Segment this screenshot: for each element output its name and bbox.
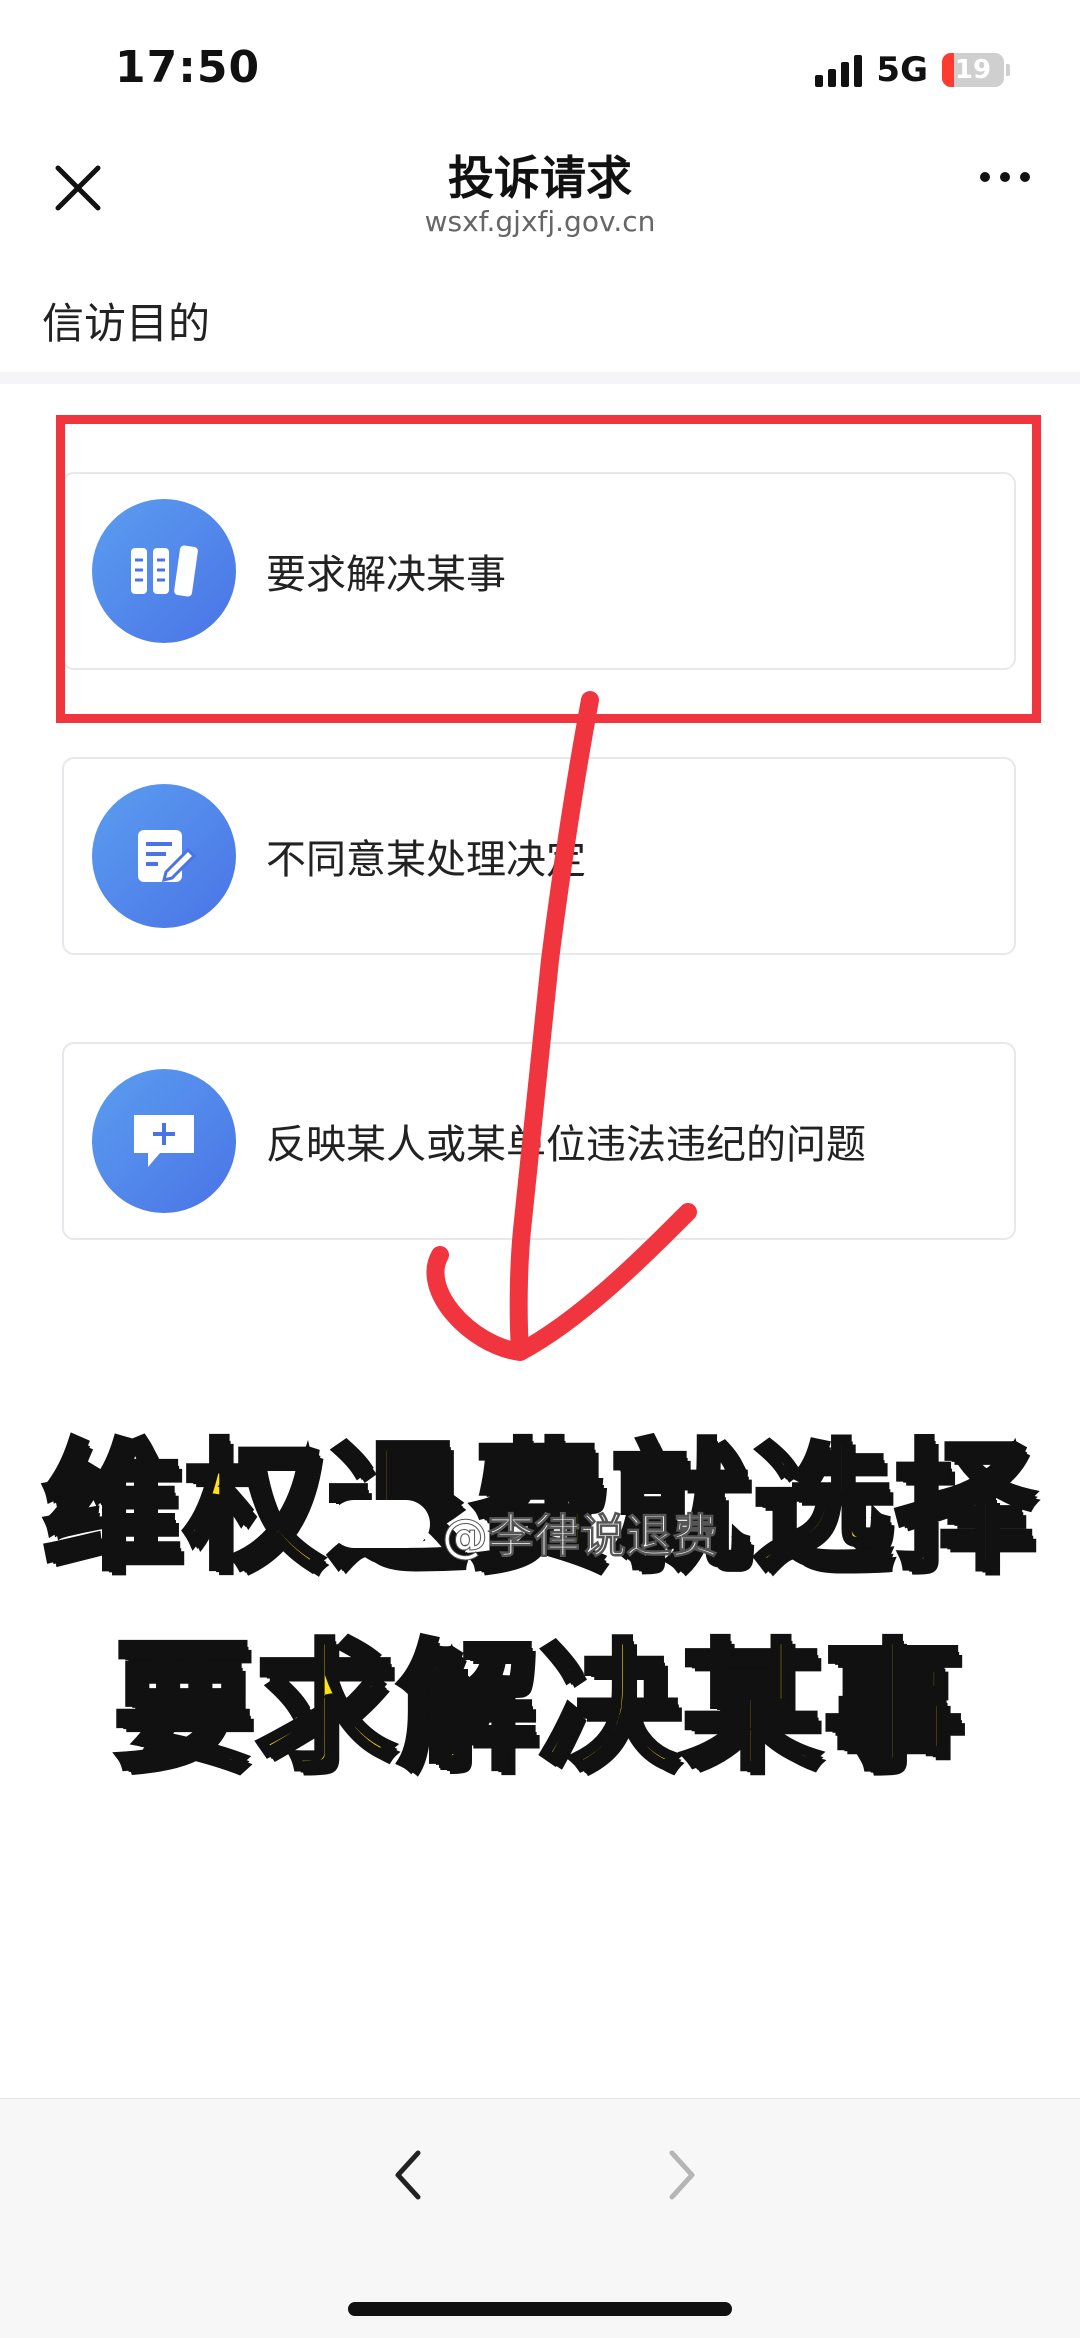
status-indicators: 5G 19 (815, 50, 1010, 90)
chevron-right-icon (669, 2150, 695, 2200)
chevron-left-icon (395, 2150, 421, 2200)
section-divider (0, 372, 1080, 384)
watermark-logo (330, 1500, 430, 1548)
option-label: 不同意某处理决定 (266, 837, 586, 883)
option-request-resolution[interactable]: 要求解决某事 (62, 472, 1016, 670)
page-url: wsxf.gjxfj.gov.cn (424, 205, 656, 238)
battery-icon: 19 (942, 53, 1004, 87)
option-report-violation[interactable]: 反映某人或某单位违法违纪的问题 (62, 1042, 1016, 1240)
forward-button[interactable] (650, 2145, 710, 2205)
more-icon (980, 172, 990, 182)
signal-icon (815, 53, 863, 87)
more-button[interactable] (980, 172, 1030, 182)
edit-document-icon (92, 784, 236, 928)
option-disagree-decision[interactable]: 不同意某处理决定 (62, 757, 1016, 955)
status-time: 17:50 (115, 42, 261, 93)
section-label: 信访目的 (42, 299, 211, 348)
back-button[interactable] (380, 2145, 440, 2205)
caption-line-2: 要求解决某事 (111, 1624, 966, 1791)
list-columns-icon (92, 499, 236, 643)
home-indicator[interactable] (348, 2302, 732, 2316)
option-label: 要求解决某事 (266, 552, 506, 598)
page-title: 投诉请求 (448, 151, 632, 205)
network-type: 5G (876, 50, 928, 90)
battery-level: 19 (954, 55, 992, 85)
watermark: @李律说退费 (442, 1509, 719, 1564)
option-label: 反映某人或某单位违法违纪的问题 (266, 1122, 866, 1168)
chat-add-icon (92, 1069, 236, 1213)
